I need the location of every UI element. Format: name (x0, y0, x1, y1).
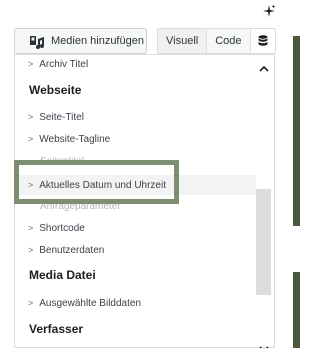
scrollbar-thumb[interactable] (256, 189, 271, 295)
background-block (293, 36, 300, 226)
list-item[interactable]: > Seite-Titel (28, 109, 84, 125)
chevron-right-icon: > (28, 59, 34, 69)
background-panel-edge (293, 0, 300, 348)
tab-code[interactable]: Code (207, 29, 251, 53)
item-label: Website-Tagline (39, 133, 111, 145)
group-heading: Webseite (29, 83, 82, 97)
group-heading: Verfasser (29, 322, 84, 336)
item-label: Ausgewählte Bilddaten (39, 297, 142, 309)
chevron-right-icon: > (28, 223, 34, 233)
item-label: Seite-Titel (39, 111, 84, 123)
chevron-down-icon[interactable] (258, 342, 270, 348)
chevron-right-icon: > (28, 298, 34, 308)
add-media-label: Medien hinzufügen (51, 35, 144, 47)
media-icon (29, 34, 44, 49)
list-item[interactable]: > Benutzerdaten (28, 242, 104, 258)
editor-mode-tabs: Visuell Code (157, 28, 276, 54)
focus-outline (14, 160, 179, 204)
chevron-right-icon: > (28, 245, 34, 255)
item-label: Benutzerdaten (39, 244, 105, 256)
item-label: Archiv Titel (39, 58, 89, 70)
chevron-up-icon[interactable] (258, 62, 270, 74)
sparkle-icon[interactable] (262, 4, 276, 18)
tab-visual[interactable]: Visuell (158, 29, 208, 53)
group-heading: Media Datei (29, 268, 96, 282)
database-icon[interactable] (250, 29, 275, 53)
add-media-button[interactable]: Medien hinzufügen (14, 28, 147, 54)
item-label: Shortcode (39, 222, 85, 234)
chevron-right-icon: > (28, 112, 34, 122)
list-item[interactable]: > Website-Tagline (28, 131, 110, 147)
list-item[interactable]: > Ausgewählte Bilddaten (28, 295, 141, 311)
chevron-right-icon: > (28, 134, 34, 144)
background-block (293, 272, 300, 348)
list-item[interactable]: > Archiv Titel (28, 56, 88, 72)
list-item[interactable]: > Shortcode (28, 220, 85, 236)
